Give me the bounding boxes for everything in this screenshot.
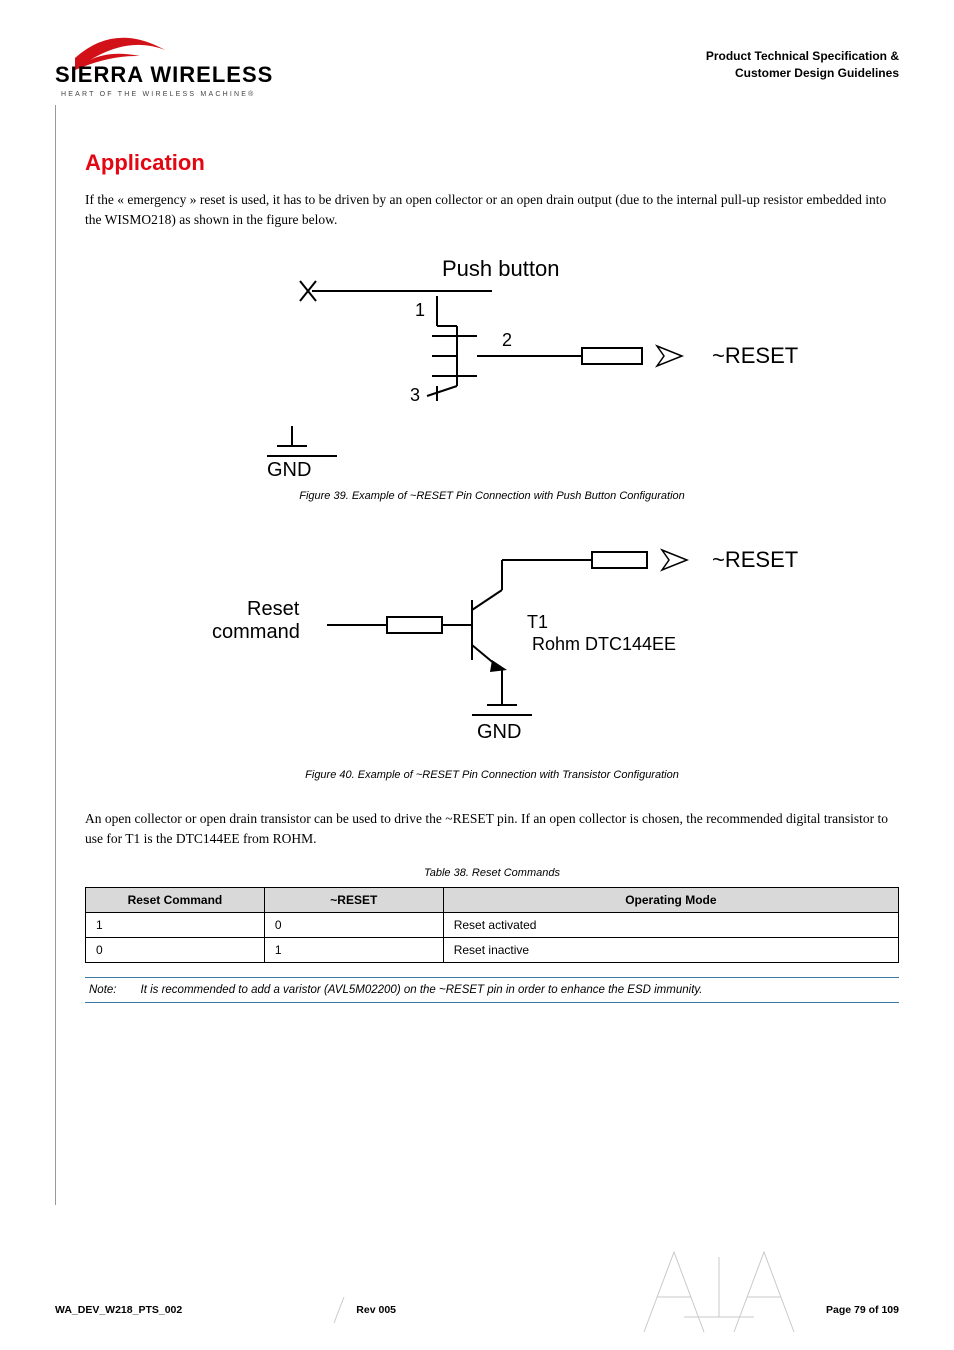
table-caption: Table 38. Reset Commands: [85, 867, 899, 879]
reset-cmd-l1: Reset: [247, 598, 300, 620]
logo-text: SIERRA WIRELESS: [55, 62, 273, 87]
intro-paragraph: If the « emergency » reset is used, it h…: [85, 190, 899, 231]
cell: Reset inactive: [443, 938, 898, 963]
th-reset-command: Reset Command: [86, 888, 265, 913]
table-row: 1 0 Reset activated: [86, 913, 899, 938]
gnd-label-fig39: GND: [267, 459, 311, 481]
t1-label: T1: [527, 612, 548, 632]
header-line1: Product Technical Specification &: [706, 48, 899, 65]
th-reset: ~RESET: [264, 888, 443, 913]
page-header: SIERRA WIRELESS HEART OF THE WIRELESS MA…: [55, 30, 899, 100]
figure-39: Push button 1 2 ~RESET: [85, 251, 899, 484]
table-row: 0 1 Reset inactive: [86, 938, 899, 963]
reset-commands-table: Reset Command ~RESET Operating Mode 1 0 …: [85, 887, 899, 963]
cell: Reset activated: [443, 913, 898, 938]
note-text: It is recommended to add a varistor (AVL…: [141, 984, 703, 996]
rohm-label: Rohm DTC144EE: [532, 634, 676, 654]
push-button-label: Push button: [442, 256, 559, 281]
figure-39-caption: Figure 39. Example of ~RESET Pin Connect…: [85, 490, 899, 502]
section-heading: Application: [85, 150, 899, 176]
pin3-label: 3: [410, 385, 420, 405]
header-doc-title: Product Technical Specification & Custom…: [706, 30, 899, 82]
brand-logo: SIERRA WIRELESS HEART OF THE WIRELESS MA…: [55, 30, 315, 100]
header-line2: Customer Design Guidelines: [706, 65, 899, 82]
footer-rev: Rev 005: [356, 1304, 396, 1316]
cell: 0: [86, 938, 265, 963]
footer-doc-id: WA_DEV_W218_PTS_002: [55, 1304, 182, 1316]
gnd-label-fig40: GND: [477, 721, 521, 743]
cell: 1: [86, 913, 265, 938]
pin1-label: 1: [415, 300, 425, 320]
pin2-label: 2: [502, 330, 512, 350]
cell: 1: [264, 938, 443, 963]
logo-tagline: HEART OF THE WIRELESS MACHINE®: [61, 90, 255, 98]
cell: 0: [264, 913, 443, 938]
figure-40-caption: Figure 40. Example of ~RESET Pin Connect…: [85, 769, 899, 781]
page-footer: WA_DEV_W218_PTS_002 Rev 005 Page 79 of 1…: [55, 1295, 899, 1325]
reset-cmd-l2: command: [212, 621, 300, 643]
th-operating-mode: Operating Mode: [443, 888, 898, 913]
figure-40: Reset command ~RESET T1 Rohm DTC1: [85, 530, 899, 763]
reset-label-fig39: ~RESET: [712, 343, 798, 368]
left-margin-rule: [55, 105, 56, 1205]
body-paragraph-2: An open collector or open drain transist…: [85, 809, 899, 850]
reset-label-fig40: ~RESET: [712, 547, 798, 572]
note-label: Note:: [89, 984, 117, 996]
note-block: Note: It is recommended to add a varisto…: [85, 977, 899, 1003]
table-header-row: Reset Command ~RESET Operating Mode: [86, 888, 899, 913]
footer-divider-icon: [332, 1295, 346, 1325]
footer-page: Page 79 of 109: [826, 1304, 899, 1316]
